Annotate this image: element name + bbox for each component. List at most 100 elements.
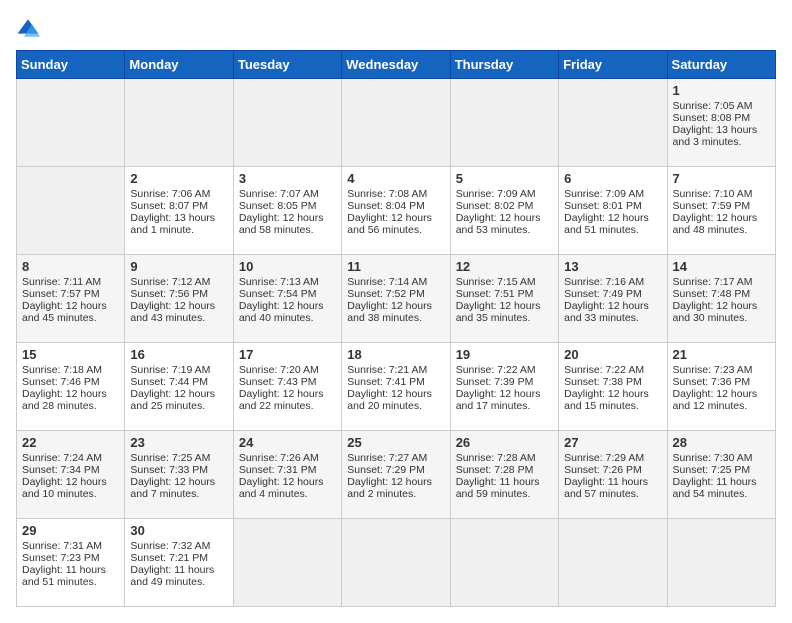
day-number: 24 <box>239 435 336 450</box>
day-number: 16 <box>130 347 227 362</box>
day-number: 1 <box>673 83 770 98</box>
day-number: 7 <box>673 171 770 186</box>
day-content: Daylight: 12 hours and 56 minutes. <box>347 212 444 236</box>
day-content: Sunrise: 7:18 AM <box>22 364 119 376</box>
header-day-saturday: Saturday <box>667 51 775 79</box>
day-number: 18 <box>347 347 444 362</box>
day-content: Sunset: 7:31 PM <box>239 464 336 476</box>
calendar-cell: 13Sunrise: 7:16 AMSunset: 7:49 PMDayligh… <box>559 255 667 343</box>
calendar-cell: 25Sunrise: 7:27 AMSunset: 7:29 PMDayligh… <box>342 431 450 519</box>
calendar-cell: 30 Sunrise: 7:32 AMSunset: 7:21 PMDayligh… <box>125 519 233 607</box>
day-content: Sunset: 7:23 PM <box>22 552 119 564</box>
day-content: Daylight: 12 hours and 33 minutes. <box>564 300 661 324</box>
calendar-cell: 24 Sunrise: 7:26 AMSunset: 7:31 PMDayligh… <box>233 431 341 519</box>
calendar-cell: 5Sunrise: 7:09 AMSunset: 8:02 PMDaylight… <box>450 167 558 255</box>
day-content: Sunrise: 7:17 AM <box>673 276 770 288</box>
day-content: Sunset: 7:21 PM <box>130 552 227 564</box>
day-content: Daylight: 12 hours and 22 minutes. <box>239 388 336 412</box>
logo <box>16 16 44 40</box>
day-number: 3 <box>239 171 336 186</box>
day-content: Daylight: 12 hours and 7 minutes. <box>130 476 227 500</box>
day-content: Sunset: 7:54 PM <box>239 288 336 300</box>
day-content: Sunrise: 7:21 AM <box>347 364 444 376</box>
day-content: Sunset: 8:04 PM <box>347 200 444 212</box>
day-content: Daylight: 12 hours and 35 minutes. <box>456 300 553 324</box>
day-content: Sunrise: 7:11 AM <box>22 276 119 288</box>
calendar-week-row: 2Sunrise: 7:06 AMSunset: 8:07 PMDaylight… <box>17 167 776 255</box>
day-content: Sunrise: 7:09 AM <box>564 188 661 200</box>
day-content: Daylight: 11 hours and 49 minutes. <box>130 564 227 588</box>
day-content: Sunset: 7:26 PM <box>564 464 661 476</box>
day-number: 26 <box>456 435 553 450</box>
day-content: Sunrise: 7:09 AM <box>456 188 553 200</box>
calendar-cell <box>233 519 341 607</box>
day-content: Sunrise: 7:12 AM <box>130 276 227 288</box>
header-day-friday: Friday <box>559 51 667 79</box>
day-content: Daylight: 12 hours and 12 minutes. <box>673 388 770 412</box>
day-content: Sunrise: 7:14 AM <box>347 276 444 288</box>
day-content: Sunrise: 7:30 AM <box>673 452 770 464</box>
day-content: Sunset: 7:46 PM <box>22 376 119 388</box>
day-content: Sunrise: 7:26 AM <box>239 452 336 464</box>
day-number: 22 <box>22 435 119 450</box>
day-content: Sunset: 7:44 PM <box>130 376 227 388</box>
day-content: Sunset: 7:56 PM <box>130 288 227 300</box>
calendar-cell: 6Sunrise: 7:09 AMSunset: 8:01 PMDaylight… <box>559 167 667 255</box>
day-content: Daylight: 12 hours and 40 minutes. <box>239 300 336 324</box>
calendar-cell: 4Sunrise: 7:08 AMSunset: 8:04 PMDaylight… <box>342 167 450 255</box>
day-content: Sunset: 7:33 PM <box>130 464 227 476</box>
calendar-cell <box>342 79 450 167</box>
day-content: Sunrise: 7:08 AM <box>347 188 444 200</box>
day-number: 23 <box>130 435 227 450</box>
day-number: 9 <box>130 259 227 274</box>
calendar-week-row: 15Sunrise: 7:18 AMSunset: 7:46 PMDayligh… <box>17 343 776 431</box>
day-content: Sunrise: 7:23 AM <box>673 364 770 376</box>
calendar-week-row: 1Sunrise: 7:05 AMSunset: 8:08 PMDaylight… <box>17 79 776 167</box>
calendar-cell: 3 Sunrise: 7:07 AMSunset: 8:05 PMDaylight… <box>233 167 341 255</box>
day-content: Daylight: 12 hours and 58 minutes. <box>239 212 336 236</box>
day-content: Sunrise: 7:32 AM <box>130 540 227 552</box>
day-content: Sunset: 8:02 PM <box>456 200 553 212</box>
day-number: 30 <box>130 523 227 538</box>
calendar-cell: 22Sunrise: 7:24 AMSunset: 7:34 PMDayligh… <box>17 431 125 519</box>
day-content: Daylight: 12 hours and 43 minutes. <box>130 300 227 324</box>
day-content: Sunrise: 7:20 AM <box>239 364 336 376</box>
calendar-cell: 21Sunrise: 7:23 AMSunset: 7:36 PMDayligh… <box>667 343 775 431</box>
day-content: Daylight: 12 hours and 17 minutes. <box>456 388 553 412</box>
day-number: 15 <box>22 347 119 362</box>
day-content: Sunrise: 7:07 AM <box>239 188 336 200</box>
day-content: Daylight: 12 hours and 28 minutes. <box>22 388 119 412</box>
day-number: 5 <box>456 171 553 186</box>
day-content: Daylight: 12 hours and 4 minutes. <box>239 476 336 500</box>
day-number: 6 <box>564 171 661 186</box>
day-content: Sunset: 8:07 PM <box>130 200 227 212</box>
day-number: 20 <box>564 347 661 362</box>
day-content: Sunrise: 7:15 AM <box>456 276 553 288</box>
day-number: 12 <box>456 259 553 274</box>
header-day-sunday: Sunday <box>17 51 125 79</box>
calendar-cell: 1Sunrise: 7:05 AMSunset: 8:08 PMDaylight… <box>667 79 775 167</box>
day-number: 27 <box>564 435 661 450</box>
day-number: 29 <box>22 523 119 538</box>
calendar-cell: 16Sunrise: 7:19 AMSunset: 7:44 PMDayligh… <box>125 343 233 431</box>
calendar-header: SundayMondayTuesdayWednesdayThursdayFrid… <box>17 51 776 79</box>
day-content: Sunrise: 7:22 AM <box>564 364 661 376</box>
day-content: Sunset: 8:05 PM <box>239 200 336 212</box>
calendar-cell <box>450 79 558 167</box>
calendar-cell <box>559 79 667 167</box>
day-content: Sunset: 7:57 PM <box>22 288 119 300</box>
day-content: Sunset: 7:49 PM <box>564 288 661 300</box>
calendar-cell <box>17 167 125 255</box>
calendar-table: SundayMondayTuesdayWednesdayThursdayFrid… <box>16 50 776 607</box>
header-day-thursday: Thursday <box>450 51 558 79</box>
day-content: Sunrise: 7:27 AM <box>347 452 444 464</box>
calendar-cell: 11Sunrise: 7:14 AMSunset: 7:52 PMDayligh… <box>342 255 450 343</box>
calendar-cell: 18Sunrise: 7:21 AMSunset: 7:41 PMDayligh… <box>342 343 450 431</box>
day-content: Sunset: 7:41 PM <box>347 376 444 388</box>
calendar-cell: 10Sunrise: 7:13 AMSunset: 7:54 PMDayligh… <box>233 255 341 343</box>
day-content: Sunset: 7:52 PM <box>347 288 444 300</box>
day-number: 13 <box>564 259 661 274</box>
day-content: Sunset: 7:36 PM <box>673 376 770 388</box>
day-content: Sunrise: 7:28 AM <box>456 452 553 464</box>
calendar-cell: 28Sunrise: 7:30 AMSunset: 7:25 PMDayligh… <box>667 431 775 519</box>
